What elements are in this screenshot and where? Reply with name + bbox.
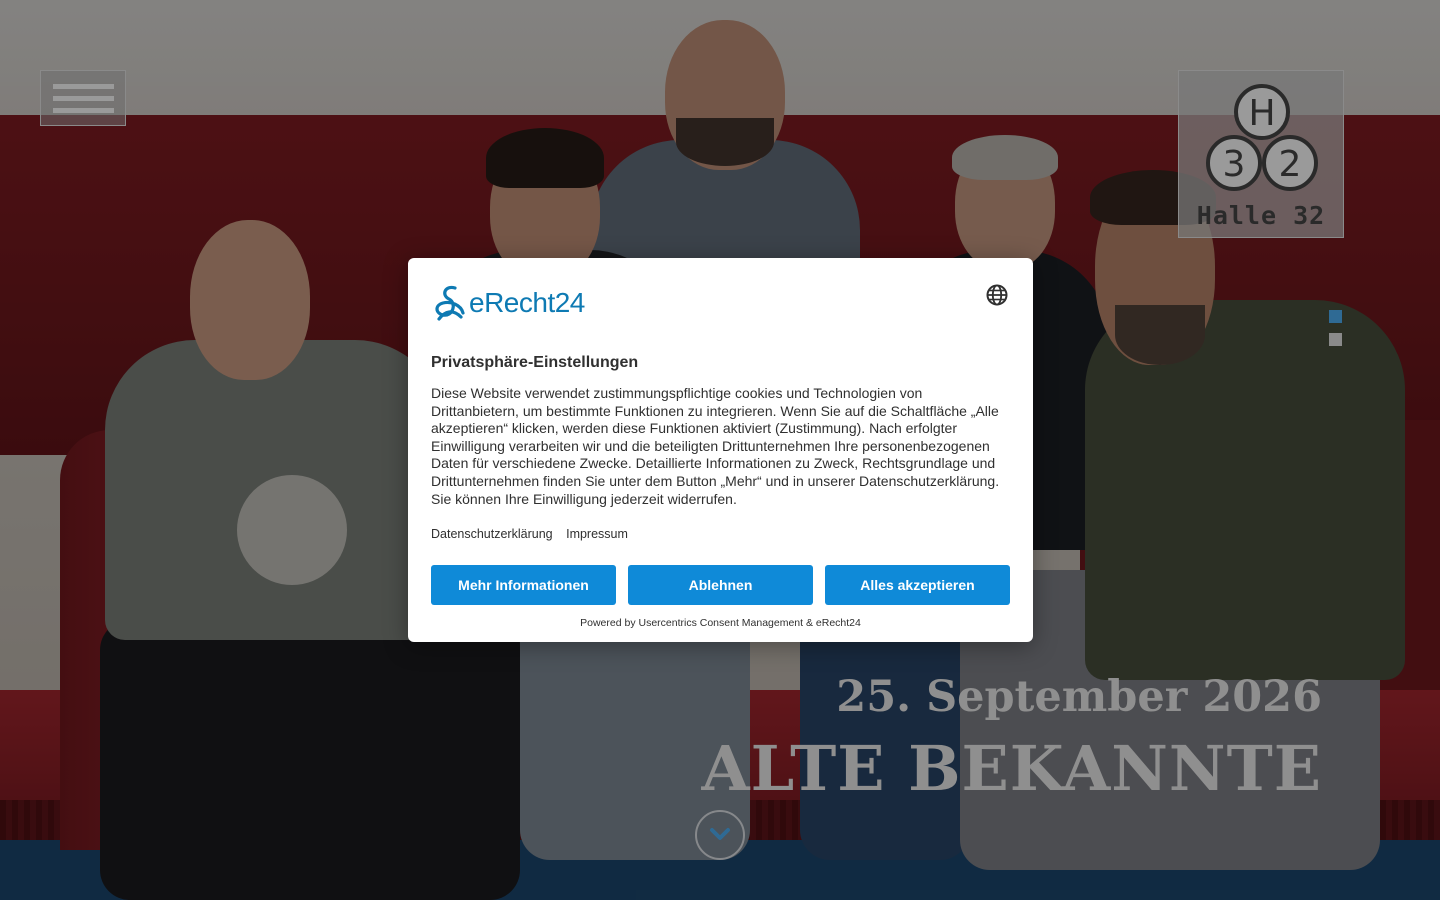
event-date: 25. September 2026 — [836, 672, 1322, 722]
consent-dialog: eRecht24 Privatsphäre-Einstellungen Dies… — [408, 258, 1033, 642]
powered-by-text: Powered by Usercentrics Consent Manageme… — [580, 617, 861, 629]
language-selector-button[interactable] — [985, 283, 1009, 307]
event-title[interactable]: ALTE BEKANNTE — [702, 732, 1323, 805]
slider-dot-1[interactable] — [1329, 310, 1342, 323]
hamburger-menu-icon-bar — [53, 96, 114, 101]
consent-title: Privatsphäre-Einstellungen — [431, 354, 639, 371]
more-information-button[interactable]: Mehr Informationen — [431, 565, 616, 605]
svg-text:3: 3 — [1223, 144, 1246, 185]
halle32-logo-icon: H 3 2 — [1206, 84, 1318, 191]
logo-text: Halle 32 — [1196, 201, 1326, 230]
svg-text:H: H — [1248, 93, 1275, 134]
halle32-logo[interactable]: H 3 2 Halle 32 — [1178, 70, 1344, 238]
globe-icon — [986, 284, 1008, 306]
consent-button-row: Mehr Informationen Ablehnen Alles akzept… — [431, 565, 1010, 605]
erecht24-logo-icon — [435, 285, 465, 321]
scroll-down-button[interactable] — [695, 810, 745, 860]
consent-links: Datenschutzerklärung Impressum — [431, 527, 638, 541]
hamburger-menu-icon — [53, 84, 114, 89]
erecht24-logo: eRecht24 — [431, 282, 585, 324]
hamburger-menu-icon-bar — [53, 108, 114, 113]
privacy-policy-link[interactable]: Datenschutzerklärung — [431, 527, 553, 541]
slider-pagination — [1329, 310, 1342, 356]
svg-text:2: 2 — [1279, 144, 1302, 185]
chevron-down-icon — [710, 828, 730, 840]
imprint-link[interactable]: Impressum — [566, 527, 628, 541]
consent-description: Diese Website verwendet zustimmungspflic… — [431, 385, 1000, 507]
brand-name: eRecht24 — [469, 287, 585, 318]
accept-all-button[interactable]: Alles akzeptieren — [825, 565, 1010, 605]
hamburger-menu-button[interactable] — [40, 70, 126, 126]
slider-dot-2[interactable] — [1329, 333, 1342, 346]
deny-button[interactable]: Ablehnen — [628, 565, 813, 605]
